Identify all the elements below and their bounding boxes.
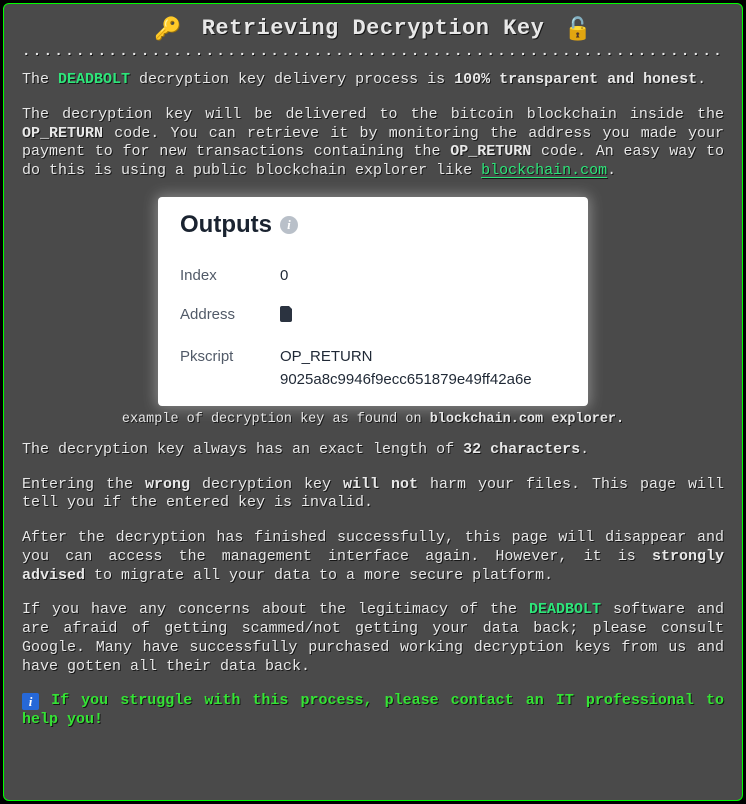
key-icon: 🔑 (148, 18, 188, 43)
example-caption: example of decryption key as found on bl… (22, 412, 724, 427)
op-return-code: OP_RETURN (450, 143, 531, 160)
title-text: Retrieving Decryption Key (202, 16, 545, 41)
ransom-panel: 🔑 Retrieving Decryption Key 🔓 ..........… (3, 3, 743, 801)
pkscript-hex: 9025a8c9946f9ecc651879e49ff42a6e (280, 371, 532, 388)
paragraph-afterdecrypt: After the decryption has finished succes… (22, 529, 724, 585)
paragraph-intro: The DEADBOLT decryption key delivery pro… (22, 71, 724, 90)
brand-name: DEADBOLT (58, 71, 130, 88)
example-block: Outputs i Index 0 Address Pkscript OP_RE… (22, 197, 724, 427)
info-icon[interactable]: i (280, 216, 298, 234)
label-index: Index (180, 267, 280, 284)
value-address (280, 306, 294, 326)
value-index: 0 (280, 267, 288, 284)
blockchain-link[interactable]: blockchain.com (481, 162, 607, 179)
divider-dots: ........................................… (22, 49, 724, 63)
row-index: Index 0 (180, 267, 566, 284)
panel-title: 🔑 Retrieving Decryption Key 🔓 (22, 16, 724, 43)
row-pkscript: Pkscript OP_RETURN 9025a8c9946f9ecc65187… (180, 348, 566, 388)
value-pkscript: OP_RETURN 9025a8c9946f9ecc651879e49ff42a… (280, 348, 532, 388)
outputs-card: Outputs i Index 0 Address Pkscript OP_RE… (158, 197, 588, 406)
pkscript-opreturn: OP_RETURN (280, 348, 532, 365)
paragraph-legitimacy: If you have any concerns about the legit… (22, 601, 724, 676)
row-address: Address (180, 306, 566, 326)
paragraph-wrongkey: Entering the wrong decryption key will n… (22, 476, 724, 514)
footer-text: If you struggle with this process, pleas… (22, 692, 724, 728)
brand-name: DEADBOLT (529, 601, 601, 618)
document-icon (280, 309, 294, 326)
op-return-code: OP_RETURN (22, 125, 103, 142)
paragraph-delivery: The decryption key will be delivered to … (22, 106, 724, 181)
label-address: Address (180, 306, 280, 323)
unlock-icon: 🔓 (558, 18, 598, 43)
outputs-heading: Outputs i (180, 211, 566, 239)
paragraph-length: The decryption key always has an exact l… (22, 441, 724, 460)
info-square-icon: i (22, 693, 39, 710)
label-pkscript: Pkscript (180, 348, 280, 365)
footer-help-note: i If you struggle with this process, ple… (22, 692, 724, 730)
